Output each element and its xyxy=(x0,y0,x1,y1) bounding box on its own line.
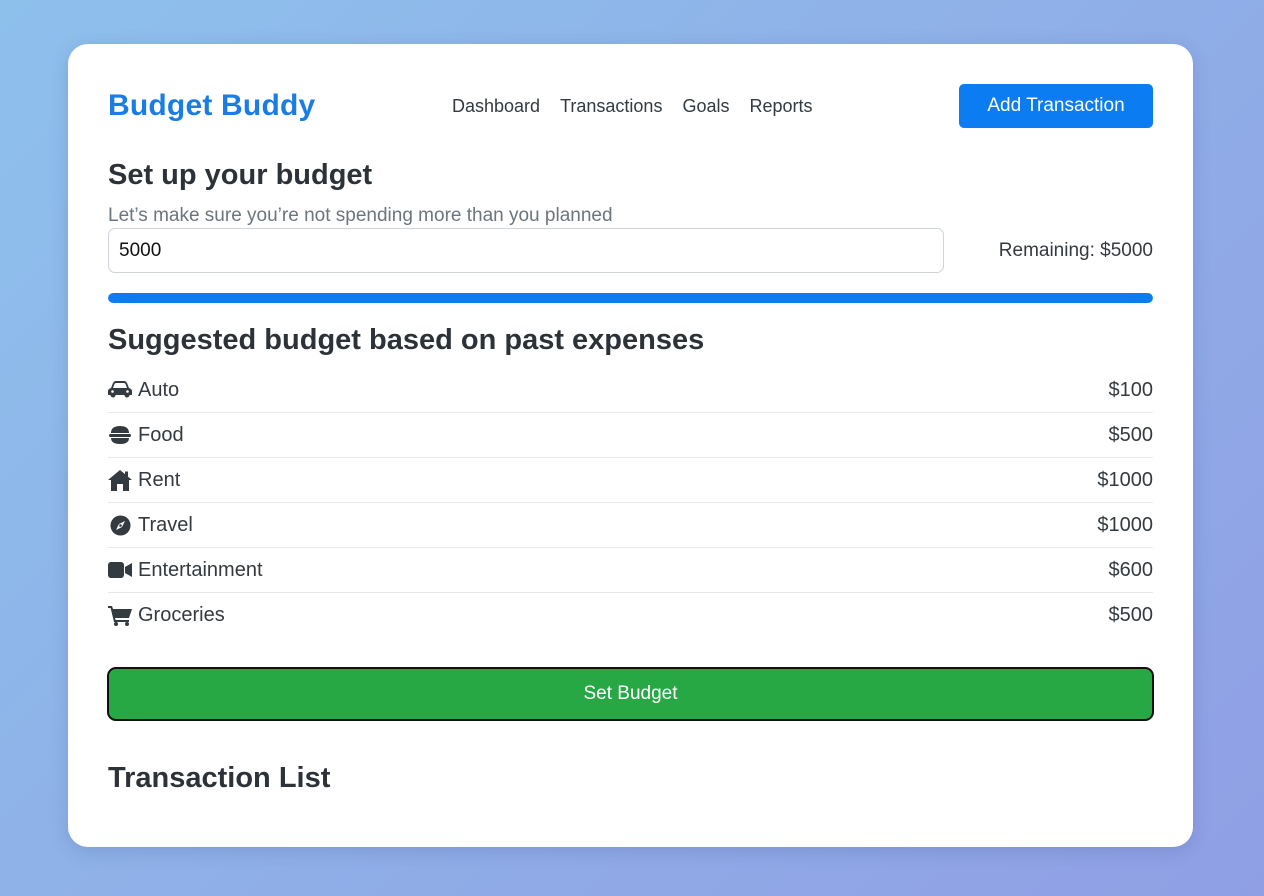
category-label: Groceries xyxy=(138,604,225,626)
transaction-list-title: Transaction List xyxy=(108,762,331,794)
main-nav: Dashboard Transactions Goals Reports xyxy=(452,96,813,117)
nav-transactions[interactable]: Transactions xyxy=(560,96,662,117)
budget-amount-input[interactable] xyxy=(108,228,944,273)
category-label: Food xyxy=(138,423,184,446)
setup-title: Set up your budget xyxy=(108,159,373,191)
category-label: Rent xyxy=(138,468,181,491)
shopping-cart-icon xyxy=(108,605,132,627)
category-label: Auto xyxy=(138,378,180,401)
budget-progress-bar xyxy=(108,293,1153,303)
suggested-budget-title: Suggested budget based on past expenses xyxy=(108,324,705,356)
category-label: Travel xyxy=(138,513,193,536)
category-amount: $500 xyxy=(1108,423,1154,446)
category-row-entertainment: Entertainment $600 xyxy=(108,548,1153,593)
category-row-groceries: Groceries $500 xyxy=(108,593,1153,638)
nav-reports[interactable]: Reports xyxy=(749,96,812,117)
setup-subtitle: Let’s make sure you’re not spending more… xyxy=(108,205,613,226)
category-row-auto: Auto $100 xyxy=(108,368,1153,413)
category-row-travel: Travel $1000 xyxy=(108,503,1153,548)
food-bowl-icon xyxy=(108,424,132,446)
add-transaction-button[interactable]: Add Transaction xyxy=(959,84,1153,128)
category-amount: $500 xyxy=(1108,604,1154,626)
category-row-rent: Rent $1000 xyxy=(108,458,1153,503)
set-budget-button[interactable]: Set Budget xyxy=(107,667,1154,721)
nav-goals[interactable]: Goals xyxy=(682,96,729,117)
car-icon xyxy=(108,379,132,401)
nav-dashboard[interactable]: Dashboard xyxy=(452,96,540,117)
category-row-food: Food $500 xyxy=(108,413,1153,458)
category-amount: $1000 xyxy=(1097,513,1153,536)
budget-progress-fill xyxy=(108,293,1153,303)
home-icon xyxy=(108,469,132,491)
compass-icon xyxy=(108,514,132,536)
category-list: Auto $100 Food $500 Rent $1000 Travel $1… xyxy=(108,368,1153,638)
video-camera-icon xyxy=(108,559,132,581)
main-card: Budget Buddy Dashboard Transactions Goal… xyxy=(68,44,1193,847)
category-amount: $100 xyxy=(1108,378,1154,401)
category-amount: $600 xyxy=(1108,558,1154,581)
header: Budget Buddy Dashboard Transactions Goal… xyxy=(108,84,1153,128)
brand-logo[interactable]: Budget Buddy xyxy=(108,89,315,123)
category-label: Entertainment xyxy=(138,558,263,581)
remaining-amount: Remaining: $5000 xyxy=(998,240,1153,261)
category-amount: $1000 xyxy=(1097,468,1153,491)
